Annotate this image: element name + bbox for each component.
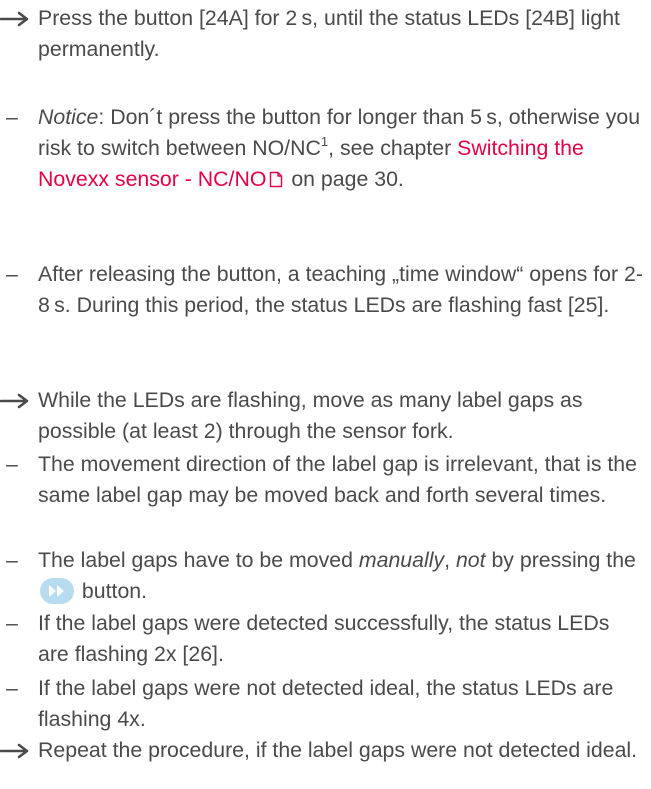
notice-text-part: on page 30.: [285, 167, 404, 191]
step-text: While the LEDs are flashing, move as man…: [38, 388, 583, 443]
list-item: – The label gaps have to be moved manual…: [0, 545, 646, 613]
item-text-part: button.: [76, 579, 148, 603]
instruction-step: Repeat the procedure, if the label gaps …: [0, 735, 646, 766]
list-item: – The movement direction of the label ga…: [0, 449, 646, 511]
item-text: The movement direction of the label gap …: [38, 452, 637, 507]
arrow-right-icon: [0, 385, 30, 409]
dash-marker: –: [6, 452, 18, 476]
instruction-step: While the LEDs are flashing, move as man…: [0, 385, 646, 447]
dash-marker: –: [6, 676, 18, 700]
item-text: If the label gaps were not detected idea…: [38, 676, 614, 731]
list-item: – If the label gaps were detected succes…: [0, 608, 646, 670]
emphasis: not: [455, 548, 486, 572]
list-item: – After releasing the button, a teaching…: [0, 259, 646, 321]
arrow-right-icon: [0, 735, 30, 759]
document-icon[interactable]: [269, 166, 283, 197]
emphasis: manually: [358, 548, 445, 572]
dash-marker: –: [6, 105, 18, 129]
item-text-part: The label gaps have to be moved: [38, 548, 359, 572]
instruction-page: Press the button [24A] for 2 s, until th…: [0, 0, 651, 789]
notice-emphasis: Notice: [38, 105, 99, 129]
notice-text-part: , see chapter: [328, 136, 458, 160]
item-text-part: by pressing the: [485, 548, 636, 572]
list-item: – If the label gaps were not detected id…: [0, 673, 646, 735]
notice-text: Notice: Don´t press the button for longe…: [38, 102, 646, 197]
dash-marker: –: [6, 262, 18, 286]
item-text-part: ,: [444, 548, 456, 572]
item-text: If the label gaps were detected successf…: [38, 611, 610, 666]
arrow-right-icon: [0, 3, 30, 27]
dash-marker: –: [6, 548, 18, 572]
item-text: After releasing the button, a teaching „…: [38, 262, 643, 317]
dash-marker: –: [6, 611, 18, 635]
step-text: Press the button [24A] for 2 s, until th…: [38, 6, 620, 61]
notice-item: – Notice: Don´t press the button for lon…: [0, 102, 646, 197]
instruction-step: Press the button [24A] for 2 s, until th…: [0, 3, 646, 65]
item-text: The label gaps have to be moved manually…: [38, 545, 646, 613]
step-text: Repeat the procedure, if the label gaps …: [38, 738, 638, 762]
